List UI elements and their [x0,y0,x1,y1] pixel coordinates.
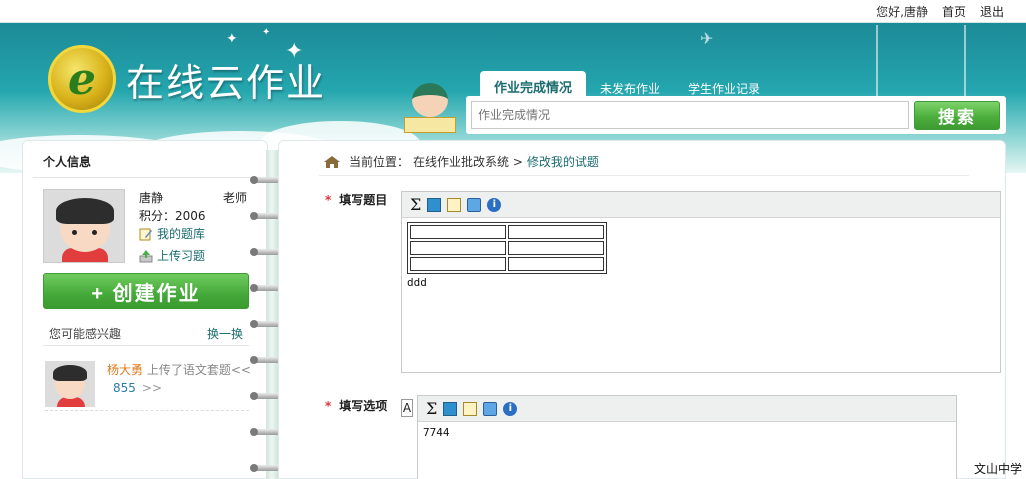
edit-icon[interactable] [463,401,478,416]
search-button[interactable]: 搜索 [914,101,1000,130]
divider [319,175,969,176]
feed-avatar[interactable] [45,361,95,407]
editor-toolbar: Σ i [418,396,956,422]
user-name: 唐静 [139,191,164,205]
question-editor[interactable]: Σ i ddd [401,191,1001,373]
user-role: 老师 [223,191,248,205]
option-label-text: 填写选项 [339,399,388,413]
upload-icon [139,249,153,262]
panel-title: 个人信息 [43,155,92,169]
question-bank-icon [139,228,152,240]
profile-panel: 个人信息 唐静 老师 积分：2006 我的题库 上传习题 + 创建作业 您可能感… [22,140,268,479]
question-editor-body[interactable]: ddd [402,218,1000,293]
breadcrumb: 当前位置： 在线作业批改系统 > 修改我的试题 [323,153,599,170]
top-links: 您好,唐静 首页 退出 [876,3,1004,20]
list-item: 杨大勇 上传了语文套题<< 855 >> [45,357,251,411]
reading-kid-illustration [398,83,460,139]
create-homework-button[interactable]: + 创建作业 [43,273,249,309]
divider [33,177,257,178]
search-input[interactable] [471,101,909,129]
screen-icon[interactable] [483,401,498,416]
refresh-link[interactable]: 换一换 [207,325,243,342]
feed-user-name[interactable]: 杨大勇 [107,363,143,377]
question-field-label: * 填写题目 [325,191,387,208]
kid-head [412,83,448,117]
avatar-hair [56,198,114,224]
avatar-hair [53,365,87,381]
feed-more-link[interactable]: >> [142,381,162,395]
inserted-table [407,222,607,274]
formula-sigma-icon[interactable]: Σ [410,196,421,212]
option-content: 7744 [423,426,450,439]
question-bank-link[interactable]: 我的题库 [139,225,205,242]
feed-count-value: 855 [113,381,136,395]
screen-icon[interactable] [467,197,482,212]
avatar-eye [92,230,97,235]
option-field-label: * 填写选项 [325,397,387,414]
star-icon: ✦ [262,27,271,38]
logo[interactable]: e 在线云作业 [48,45,326,113]
divider [43,345,249,346]
logout-link[interactable]: 退出 [980,3,1004,20]
avatar[interactable] [43,189,125,263]
question-bank-label: 我的题库 [157,227,206,241]
breadcrumb-current: 修改我的试题 [526,155,599,169]
school-name: 文山中学 [973,462,1022,476]
airplane-icon: ✈ [700,29,714,48]
user-score: 积分：2006 [139,209,206,223]
option-letter: A [401,399,413,417]
interest-label: 您可能感兴趣 [49,327,122,341]
info-icon[interactable]: i [487,197,502,212]
option-editor[interactable]: Σ i 7744 [417,395,957,479]
top-bar: 您好,唐静 首页 退出 [0,0,1026,23]
question-content: ddd [407,276,427,289]
insert-image-icon[interactable] [443,401,458,416]
school-house-decoration [876,25,966,105]
main-content: 当前位置： 在线作业批改系统 > 修改我的试题 * 填写题目 Σ i ddd * 填… [278,140,1006,479]
edit-icon[interactable] [447,197,462,212]
required-mark: * [325,193,332,207]
search-bar: 搜索 [466,96,1006,134]
required-mark: * [325,399,332,413]
home-icon[interactable] [323,155,341,169]
avatar-eye [72,230,77,235]
option-editor-body[interactable]: 7744 [418,422,956,443]
book-illustration [404,117,456,133]
breadcrumb-path[interactable]: 在线作业批改系统 > [413,153,523,170]
greeting-text: 您好,唐静 [876,5,928,19]
formula-sigma-icon[interactable]: Σ [426,400,437,416]
insert-image-icon[interactable] [427,197,442,212]
app-title: 在线云作业 [126,60,327,105]
editor-toolbar: Σ i [402,192,1000,218]
feed-text: 杨大勇 上传了语文套题<< [107,361,251,378]
feed-count: 855 >> [113,381,162,395]
breadcrumb-prefix: 当前位置： [349,155,410,169]
upload-exercise-link[interactable]: 上传习题 [139,247,205,264]
feed-action[interactable]: 上传了语文套题<< [147,363,251,377]
upload-exercise-label: 上传习题 [157,249,206,263]
question-label-text: 填写题目 [339,193,388,207]
home-link[interactable]: 首页 [942,3,966,20]
logo-e-icon: e [48,45,116,113]
info-icon[interactable]: i [503,401,518,416]
